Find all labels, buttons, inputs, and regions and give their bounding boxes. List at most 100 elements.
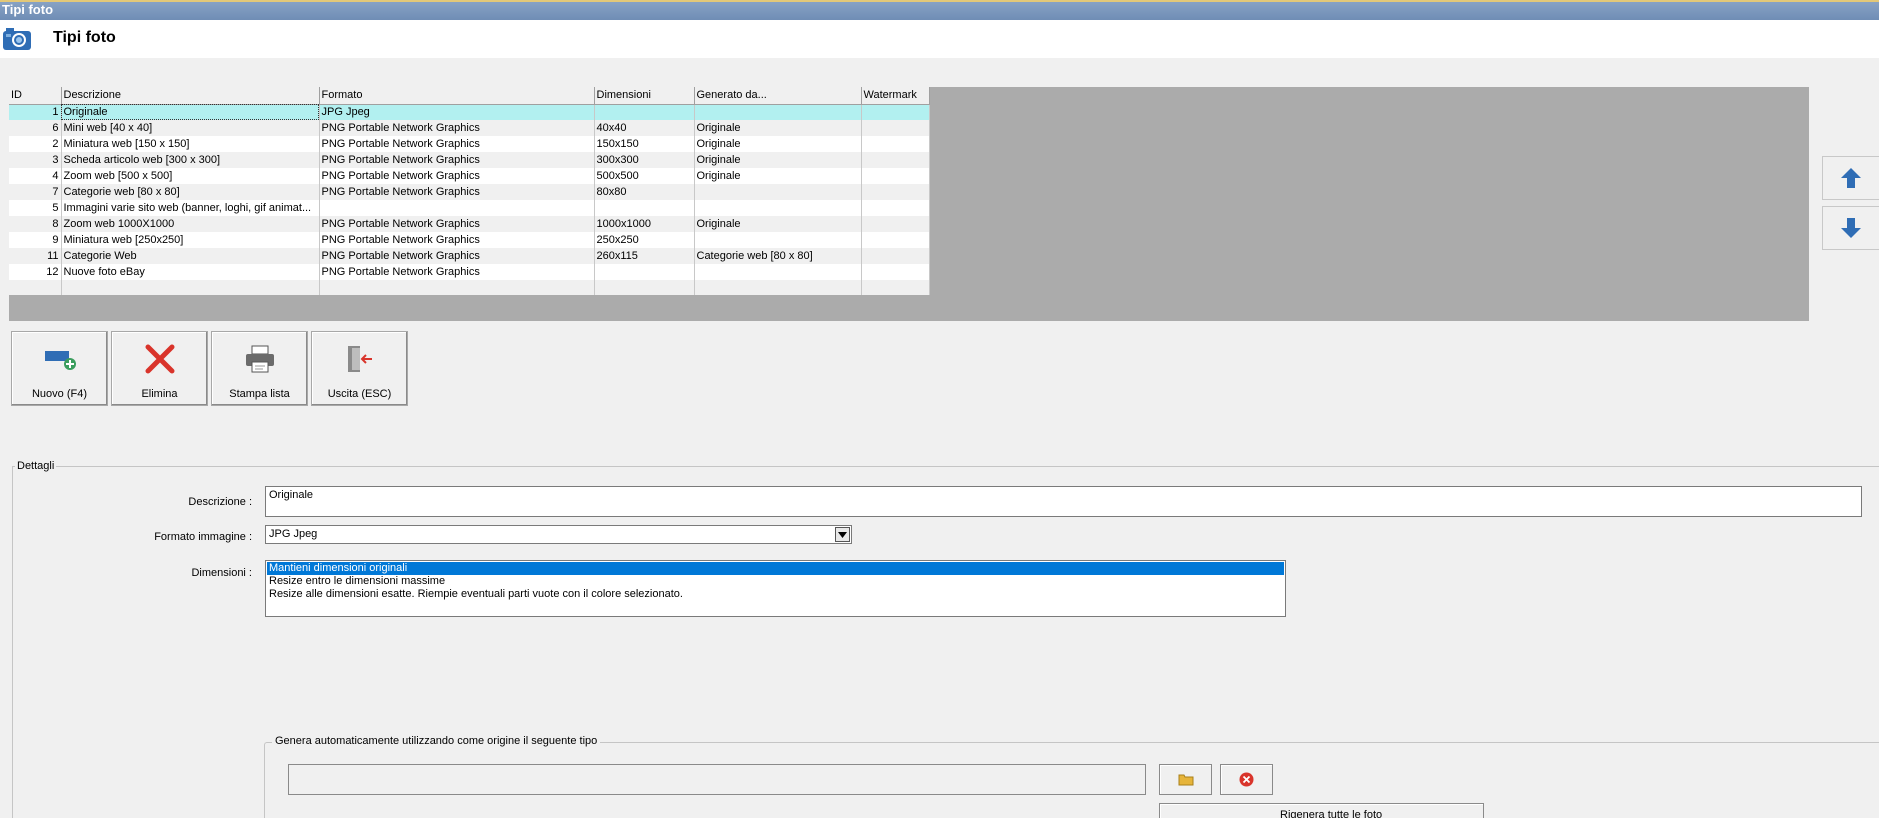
cell-dimensioni[interactable]: [594, 264, 695, 280]
table-row[interactable]: 12 Nuove foto eBay PNG Portable Network Gr…: [9, 264, 930, 280]
cell-dimensioni[interactable]: 300x300: [594, 152, 695, 168]
cell-dimensioni[interactable]: 260x115: [594, 248, 695, 264]
cell-formato[interactable]: PNG Portable Network Graphics: [319, 216, 595, 232]
table-row[interactable]: 7 Categorie web [80 x 80] PNG Portable Net…: [9, 184, 930, 200]
print-list-button[interactable]: Stampa lista: [211, 331, 308, 406]
cell-formato[interactable]: JPG Jpeg: [319, 104, 595, 120]
cell-id[interactable]: 5: [9, 200, 62, 216]
table-row[interactable]: 9 Miniatura web [250x250] PNG Portable Net…: [9, 232, 930, 248]
table-row[interactable]: 4 Zoom web [500 x 500] PNG Portable Networ…: [9, 168, 930, 184]
column-header-generato[interactable]: Generato da...: [694, 87, 862, 105]
cell-id[interactable]: 4: [9, 168, 62, 184]
cell-descrizione[interactable]: Mini web [40 x 40]: [61, 120, 320, 136]
cell-formato[interactable]: PNG Portable Network Graphics: [319, 264, 595, 280]
cell-id[interactable]: 3: [9, 152, 62, 168]
cell-id[interactable]: 2: [9, 136, 62, 152]
cell-dimensioni[interactable]: 150x150: [594, 136, 695, 152]
cell-formato[interactable]: PNG Portable Network Graphics: [319, 120, 595, 136]
cell-generato[interactable]: [694, 264, 862, 280]
cell-formato[interactable]: PNG Portable Network Graphics: [319, 248, 595, 264]
cell-id[interactable]: 7: [9, 184, 62, 200]
dimensioni-option[interactable]: Resize entro le dimensioni massime: [267, 575, 1284, 588]
column-header-descrizione[interactable]: Descrizione: [61, 87, 320, 105]
regenerate-photos-button[interactable]: Rigenera tutte le foto: [1159, 803, 1484, 818]
table-row[interactable]: 11 Categorie Web PNG Portable Network Grap…: [9, 248, 930, 264]
table-row[interactable]: 2 Miniatura web [150 x 150] PNG Portable N…: [9, 136, 930, 152]
cell-dimensioni[interactable]: 1000x1000: [594, 216, 695, 232]
column-header-dimensioni[interactable]: Dimensioni: [594, 87, 695, 105]
cell-dimensioni[interactable]: 80x80: [594, 184, 695, 200]
cell-id[interactable]: 8: [9, 216, 62, 232]
dimensioni-listbox[interactable]: Mantieni dimensioni originali Resize ent…: [265, 560, 1286, 617]
cell-generato[interactable]: Originale: [694, 216, 862, 232]
cell-formato[interactable]: PNG Portable Network Graphics: [319, 152, 595, 168]
cell-watermark[interactable]: [861, 168, 930, 184]
cell-generato[interactable]: [694, 232, 862, 248]
table-row[interactable]: 1 Originale JPG Jpeg: [9, 104, 930, 120]
exit-button[interactable]: Uscita (ESC): [311, 331, 408, 406]
cell-dimensioni[interactable]: [594, 104, 695, 120]
column-header-watermark[interactable]: Watermark: [861, 87, 930, 105]
browse-source-button[interactable]: [1159, 764, 1212, 795]
cell-watermark[interactable]: [861, 232, 930, 248]
cell-watermark[interactable]: [861, 216, 930, 232]
cell-generato[interactable]: Originale: [694, 136, 862, 152]
cell-id[interactable]: 12: [9, 264, 62, 280]
cell-generato[interactable]: [694, 184, 862, 200]
cell-generato[interactable]: Categorie web [80 x 80]: [694, 248, 862, 264]
cell-watermark[interactable]: [861, 200, 930, 216]
cell-formato[interactable]: PNG Portable Network Graphics: [319, 136, 595, 152]
cell-dimensioni[interactable]: [594, 200, 695, 216]
cell-dimensioni[interactable]: 250x250: [594, 232, 695, 248]
new-button[interactable]: Nuovo (F4): [11, 331, 108, 406]
cell-descrizione[interactable]: Categorie web [80 x 80]: [61, 184, 320, 200]
cell-formato[interactable]: PNG Portable Network Graphics: [319, 168, 595, 184]
dimensioni-option[interactable]: Resize alle dimensioni esatte. Riempie e…: [267, 588, 1284, 601]
cell-descrizione[interactable]: Miniatura web [150 x 150]: [61, 136, 320, 152]
cell-dimensioni[interactable]: 40x40: [594, 120, 695, 136]
cell-dimensioni[interactable]: 500x500: [594, 168, 695, 184]
cell-generato[interactable]: Originale: [694, 168, 862, 184]
cell-id[interactable]: 1: [9, 104, 62, 120]
table-row[interactable]: 3 Scheda articolo web [300 x 300] PNG Port…: [9, 152, 930, 168]
column-header-formato[interactable]: Formato: [319, 87, 595, 105]
move-down-button[interactable]: [1822, 206, 1879, 250]
cell-watermark[interactable]: [861, 152, 930, 168]
move-up-button[interactable]: [1822, 156, 1879, 200]
cell-descrizione[interactable]: Zoom web 1000X1000: [61, 216, 320, 232]
cell-id[interactable]: 6: [9, 120, 62, 136]
cell-watermark[interactable]: [861, 184, 930, 200]
column-header-id[interactable]: ID: [9, 87, 62, 105]
cell-formato[interactable]: PNG Portable Network Graphics: [319, 232, 595, 248]
cell-formato[interactable]: [319, 200, 595, 216]
table-row[interactable]: 6 Mini web [40 x 40] PNG Portable Network …: [9, 120, 930, 136]
cell-descrizione[interactable]: Categorie Web: [61, 248, 320, 264]
cell-descrizione[interactable]: Zoom web [500 x 500]: [61, 168, 320, 184]
formato-select[interactable]: JPG Jpeg: [265, 525, 852, 544]
cell-descrizione[interactable]: Immagini varie sito web (banner, loghi, …: [61, 200, 320, 216]
source-type-field[interactable]: [288, 764, 1146, 795]
cell-id[interactable]: 9: [9, 232, 62, 248]
descrizione-input[interactable]: Originale: [265, 486, 1862, 517]
dropdown-button[interactable]: [835, 527, 850, 542]
cell-watermark[interactable]: [861, 104, 930, 120]
cell-descrizione[interactable]: Scheda articolo web [300 x 300]: [61, 152, 320, 168]
cell-generato[interactable]: [694, 104, 862, 120]
cell-watermark[interactable]: [861, 120, 930, 136]
cell-generato[interactable]: Originale: [694, 120, 862, 136]
clear-source-button[interactable]: [1220, 764, 1273, 795]
table-row[interactable]: 8 Zoom web 1000X1000 PNG Portable Network …: [9, 216, 930, 232]
cell-id[interactable]: 11: [9, 248, 62, 264]
cell-watermark[interactable]: [861, 136, 930, 152]
cell-descrizione[interactable]: Originale: [61, 104, 320, 120]
cell-generato[interactable]: [694, 200, 862, 216]
delete-button[interactable]: Elimina: [111, 331, 208, 406]
dimensioni-option[interactable]: Mantieni dimensioni originali: [267, 562, 1284, 575]
cell-descrizione[interactable]: Nuove foto eBay: [61, 264, 320, 280]
cell-watermark[interactable]: [861, 248, 930, 264]
cell-generato[interactable]: Originale: [694, 152, 862, 168]
table-row[interactable]: 5 Immagini varie sito web (banner, loghi,…: [9, 200, 930, 216]
cell-formato[interactable]: PNG Portable Network Graphics: [319, 184, 595, 200]
cell-descrizione[interactable]: Miniatura web [250x250]: [61, 232, 320, 248]
cell-watermark[interactable]: [861, 264, 930, 280]
